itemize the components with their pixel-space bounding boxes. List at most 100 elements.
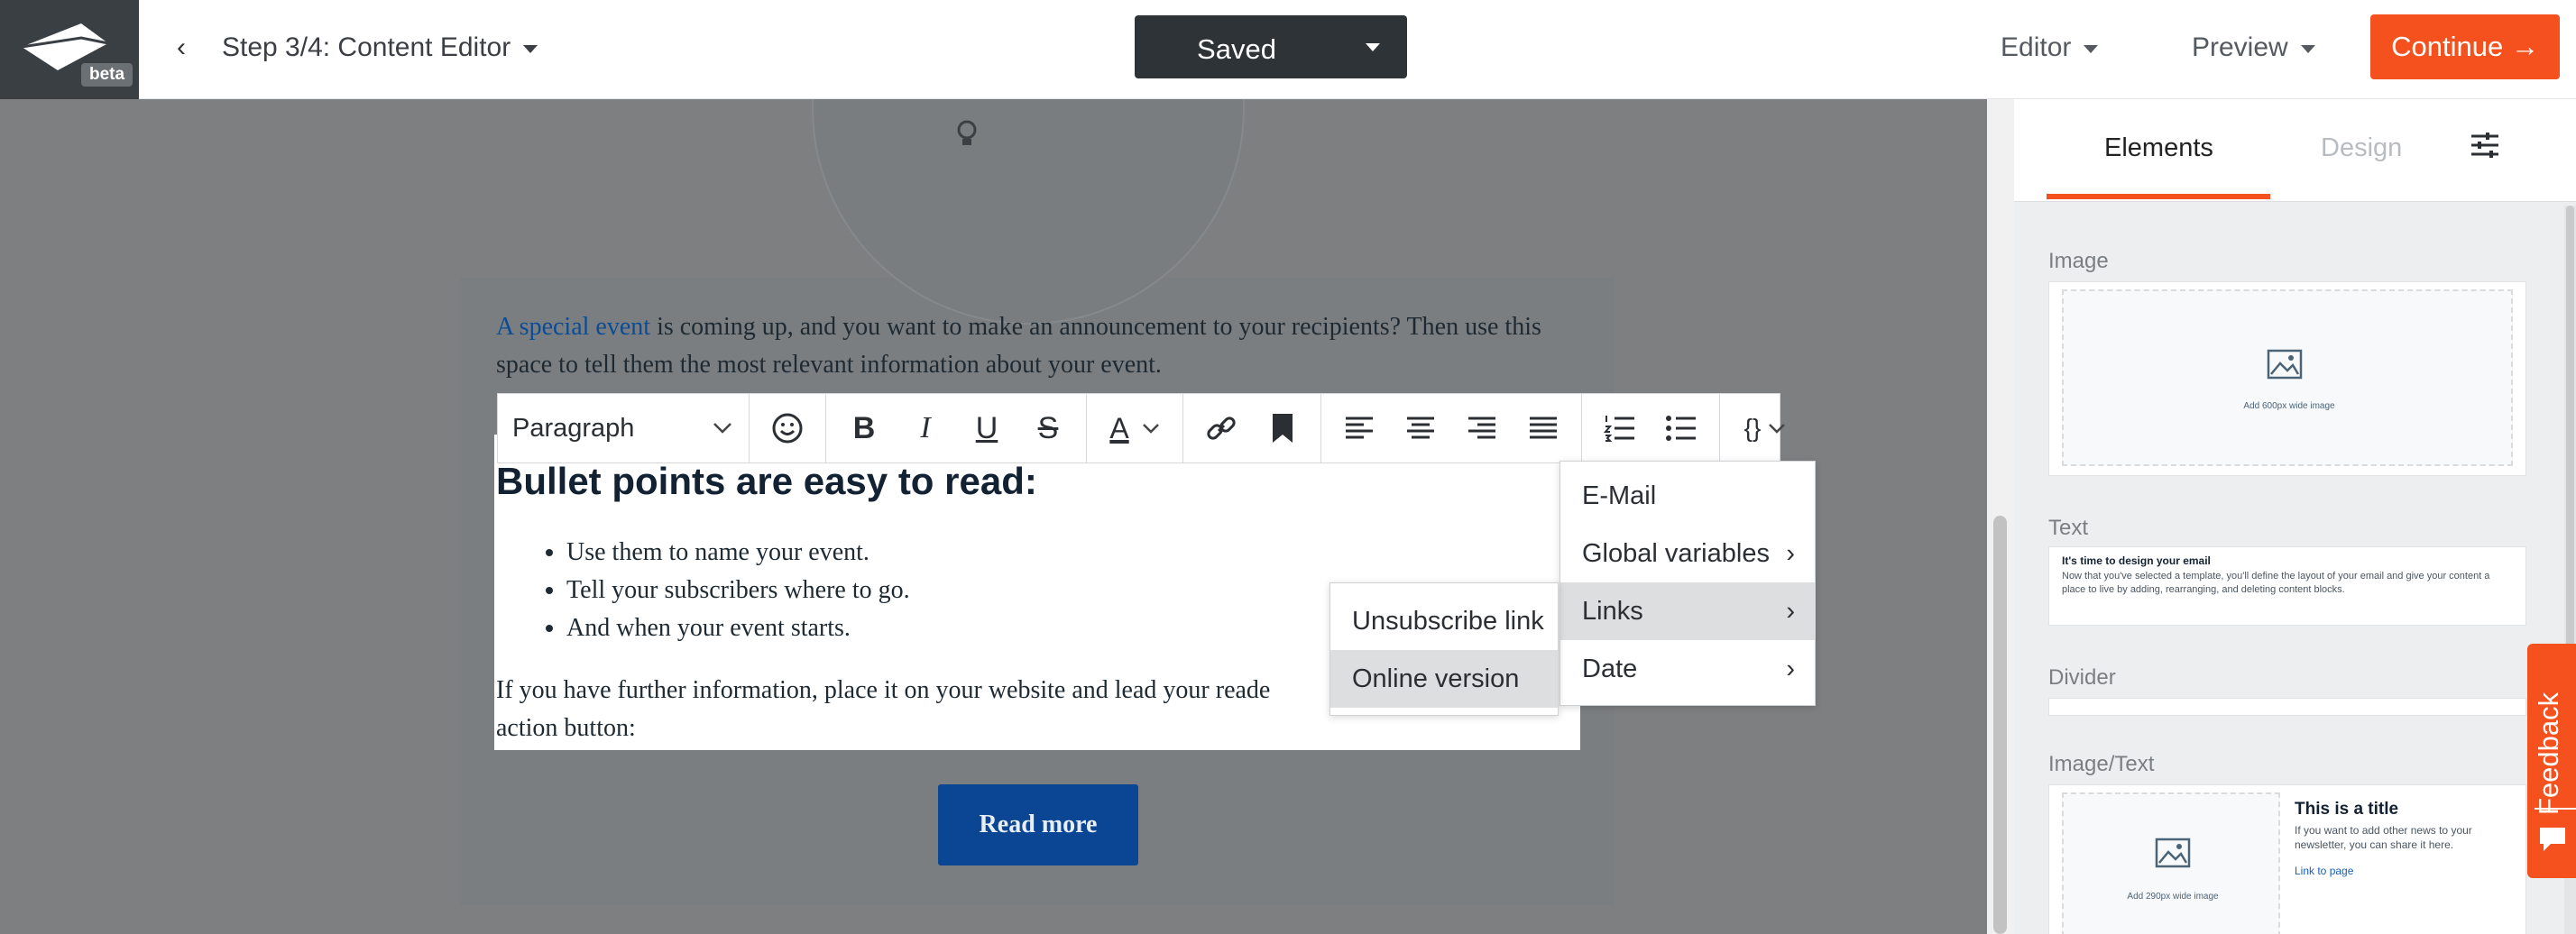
menu-item-label: Date — [1582, 655, 1638, 683]
text-card-body: Now that you've selected a template, you… — [2062, 571, 2490, 595]
preview-label: Preview — [2192, 32, 2288, 62]
placeholder-group: {} — [1720, 394, 1810, 462]
chevron-right-icon: › — [1786, 539, 1795, 568]
list-item: Tell your subscribers where to go. — [566, 572, 910, 609]
chevron-down-icon — [713, 423, 731, 434]
chevron-down-icon — [1142, 424, 1159, 434]
menu-item-email[interactable]: E-Mail — [1560, 467, 1815, 525]
lightbulb-icon — [957, 120, 977, 145]
menu-item-online-version[interactable]: Online version — [1330, 650, 1558, 708]
image-text-element-card[interactable]: Add 290px wide image This is a title If … — [2048, 784, 2526, 934]
active-tab-indicator — [2047, 194, 2270, 199]
bold-icon[interactable]: B — [833, 401, 895, 455]
feedback-tab[interactable]: Feedback — [2527, 644, 2576, 878]
beta-badge: beta — [81, 63, 133, 87]
image-text-title: This is a title — [2295, 800, 2399, 819]
step-dropdown[interactable]: Step 3/4: Content Editor — [222, 32, 538, 63]
top-bar: beta ‹ Step 3/4: Content Editor Saved Ed… — [0, 0, 2576, 99]
section-label-image-text: Image/Text — [2048, 752, 2155, 776]
section-label-divider: Divider — [2048, 665, 2116, 690]
text-color-group: A — [1087, 394, 1183, 462]
read-more-button[interactable]: Read more — [938, 784, 1138, 865]
menu-item-global-variables[interactable]: Global variables › — [1560, 525, 1815, 582]
elements-panel: Elements Design Image Add 600px wide ima… — [2014, 99, 2576, 934]
image-caption: Add 600px wide image — [2243, 401, 2335, 411]
divider-element-card[interactable] — [2048, 698, 2526, 716]
saved-dropdown-toggle[interactable] — [1339, 15, 1407, 78]
caret-down-icon — [1366, 42, 1380, 51]
placeholder-braces-icon: {} — [1743, 414, 1762, 442]
block-format-group: Paragraph — [498, 394, 750, 462]
image-text-body: If you want to add other news to your ne… — [2295, 824, 2472, 851]
menu-item-links[interactable]: Links › — [1560, 582, 1815, 640]
paragraph-line-2: action button: — [496, 714, 636, 742]
text-color-icon[interactable]: A — [1094, 401, 1175, 455]
tab-elements[interactable]: Elements — [2104, 133, 2213, 163]
divider — [2535, 808, 2576, 810]
preview-dropdown[interactable]: Preview — [2192, 32, 2315, 63]
image-text-link: Link to page — [2295, 865, 2354, 877]
list-group — [1582, 394, 1720, 462]
align-left-icon[interactable] — [1329, 401, 1390, 455]
caret-down-icon — [523, 44, 538, 53]
tab-design[interactable]: Design — [2321, 133, 2402, 163]
menu-item-unsubscribe-link[interactable]: Unsubscribe link — [1330, 592, 1558, 650]
caret-down-icon — [2300, 44, 2315, 53]
align-center-icon[interactable] — [1390, 401, 1451, 455]
editor-dropdown[interactable]: Editor — [2001, 32, 2099, 63]
underline-icon[interactable]: U — [956, 401, 1017, 455]
menu-item-label: Links — [1582, 597, 1643, 626]
strikethrough-icon[interactable]: S — [1017, 401, 1079, 455]
saved-button[interactable]: Saved — [1135, 33, 1339, 66]
menu-item-date[interactable]: Date › — [1560, 640, 1815, 698]
scrollbar-thumb[interactable] — [1993, 516, 2007, 934]
list-item: And when your event starts. — [566, 609, 910, 647]
image-dropzone: Add 290px wide image — [2062, 792, 2280, 934]
emoji-icon[interactable] — [757, 401, 818, 455]
emoji-group — [750, 394, 826, 462]
image-placeholder-icon — [2267, 349, 2303, 380]
link-icon[interactable] — [1191, 401, 1252, 455]
align-justify-icon[interactable] — [1513, 401, 1574, 455]
intro-link[interactable]: A special event — [496, 313, 650, 341]
bookmark-icon[interactable] — [1252, 401, 1313, 455]
align-right-icon[interactable] — [1451, 401, 1513, 455]
canvas-scrollbar[interactable] — [1987, 99, 2014, 934]
logo[interactable]: beta — [0, 0, 139, 99]
continue-button[interactable]: Continue → — [2370, 14, 2560, 79]
text-format-toolbar: Paragraph B I U S A {} — [497, 393, 1786, 463]
bullet-list-icon[interactable] — [1651, 401, 1712, 455]
menu-item-label: Online version — [1352, 664, 1520, 693]
chevron-down-icon — [1769, 424, 1786, 434]
menu-item-label: E-Mail — [1582, 481, 1657, 510]
italic-icon[interactable]: I — [895, 401, 956, 455]
section-label-text: Text — [2048, 516, 2089, 540]
saved-button-group: Saved — [1135, 15, 1407, 78]
placeholder-button[interactable]: {} — [1727, 401, 1803, 455]
inline-style-group: B I U S — [826, 394, 1087, 462]
caret-down-icon — [2084, 44, 2099, 53]
links-submenu: Unsubscribe link Online version — [1329, 582, 1559, 716]
link-group — [1183, 394, 1321, 462]
bullet-list: Use them to name your event. Tell your s… — [566, 534, 910, 647]
list-item: Use them to name your event. — [566, 534, 910, 572]
intro-rest: is coming up, and you want to make an an… — [496, 313, 1541, 379]
menu-item-label: Global variables — [1582, 539, 1770, 568]
editor-label: Editor — [2001, 32, 2072, 62]
bullet-heading: Bullet points are easy to read: — [496, 460, 1037, 502]
back-chevron-icon[interactable]: ‹ — [177, 32, 186, 63]
feedback-label: Feedback — [2533, 691, 2564, 815]
image-element-card[interactable]: Add 600px wide image — [2048, 281, 2526, 476]
section-label-image: Image — [2048, 249, 2109, 273]
alignment-group — [1321, 394, 1582, 462]
sliders-icon[interactable] — [2470, 132, 2500, 159]
paragraph-select[interactable]: Paragraph — [498, 401, 741, 455]
paragraph-line-1: If you have further information, place i… — [496, 676, 1271, 704]
ordered-list-icon[interactable] — [1589, 401, 1651, 455]
step-label: Step 3/4: Content Editor — [222, 32, 511, 62]
image-dropzone: Add 600px wide image — [2062, 289, 2513, 466]
chat-bubble-icon — [2540, 828, 2565, 851]
image-placeholder-icon — [2155, 838, 2191, 868]
text-element-card[interactable]: It's time to design your email Now that … — [2048, 546, 2526, 626]
intro-text[interactable]: A special event is coming up, and you wa… — [496, 308, 1578, 384]
